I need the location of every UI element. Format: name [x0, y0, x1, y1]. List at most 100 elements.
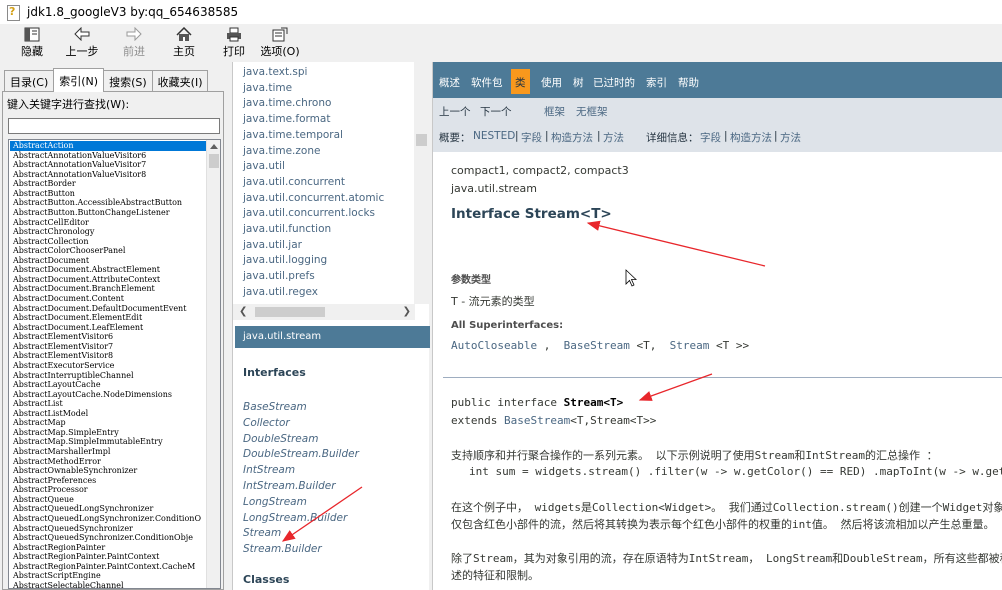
interface-link[interactable]: Stream.Builder: [243, 543, 322, 555]
keyword-item[interactable]: AbstractQueuedSynchronizer: [10, 524, 206, 534]
keyword-item[interactable]: AbstractList: [10, 399, 206, 409]
keyword-item[interactable]: AbstractElementVisitor8: [10, 351, 206, 361]
no-frames-link[interactable]: 无框架: [576, 104, 608, 119]
keyword-item[interactable]: AbstractQueue: [10, 495, 206, 505]
keyword-item[interactable]: AbstractDocument.ElementEdit: [10, 313, 206, 323]
summary-constructor-link[interactable]: 构造方法: [551, 130, 593, 145]
package-link[interactable]: java.util.regex: [243, 286, 318, 298]
keyword-item[interactable]: AbstractQueuedSynchronizer.ConditionObje: [10, 533, 206, 543]
keyword-item[interactable]: AbstractDocument.Content: [10, 294, 206, 304]
interface-link[interactable]: IntStream.Builder: [243, 480, 336, 492]
keyword-item[interactable]: AbstractButton.ButtonChangeListener: [10, 208, 206, 218]
keyword-item[interactable]: AbstractColorChooserPanel: [10, 246, 206, 256]
summary-nested-link[interactable]: NESTED: [473, 130, 515, 142]
keyword-item[interactable]: AbstractMap.SimpleEntry: [10, 428, 206, 438]
package-link[interactable]: java.util.concurrent: [243, 176, 345, 188]
package-link[interactable]: java.util.function: [243, 223, 331, 235]
keyword-item[interactable]: AbstractButton.AccessibleAbstractButton: [10, 198, 206, 208]
keyword-item[interactable]: AbstractButton: [10, 189, 206, 199]
keyword-item[interactable]: AbstractQueuedLongSynchronizer: [10, 504, 206, 514]
nav-item[interactable]: 帮助: [678, 75, 699, 90]
keyword-item[interactable]: AbstractDocument.AbstractElement: [10, 265, 206, 275]
keyword-item[interactable]: AbstractElementVisitor6: [10, 332, 206, 342]
stream-link[interactable]: Stream: [670, 339, 710, 352]
package-header[interactable]: java.util.stream: [235, 326, 430, 348]
interface-link[interactable]: LongStream.Builder: [243, 512, 347, 524]
keyword-item[interactable]: AbstractListModel: [10, 409, 206, 419]
scroll-thumb[interactable]: [209, 154, 219, 168]
keyword-item[interactable]: AbstractDocument.LeafElement: [10, 323, 206, 333]
interface-link[interactable]: DoubleStream.Builder: [243, 448, 359, 460]
keyword-item[interactable]: AbstractLayoutCache.NodeDimensions: [10, 390, 206, 400]
tab-contents[interactable]: 目录(C): [4, 70, 55, 92]
nav-item[interactable]: 概述: [439, 75, 460, 90]
keyword-item[interactable]: AbstractChronology: [10, 227, 206, 237]
interface-link[interactable]: Collector: [243, 417, 290, 429]
package-link[interactable]: java.time.format: [243, 113, 330, 125]
nav-item[interactable]: 已过时的: [593, 75, 635, 90]
keyword-item[interactable]: AbstractRegionPainter.PaintContext: [10, 552, 206, 562]
tab-index[interactable]: 索引(N): [53, 68, 105, 92]
interface-link[interactable]: DoubleStream: [243, 433, 318, 445]
home-button[interactable]: 主页: [160, 24, 208, 60]
vscroll-thumb[interactable]: [416, 134, 427, 146]
package-link[interactable]: java.util.prefs: [243, 270, 315, 282]
keyword-input[interactable]: [8, 118, 220, 134]
keyword-item[interactable]: AbstractProcessor: [10, 485, 206, 495]
keyword-item[interactable]: AbstractInterruptibleChannel: [10, 371, 206, 381]
scroll-right-arrow-icon[interactable]: ❯: [403, 307, 411, 317]
keyword-item[interactable]: AbstractDocument.DefaultDocumentEvent: [10, 304, 206, 314]
keyword-item[interactable]: AbstractPreferences: [10, 476, 206, 486]
keyword-item[interactable]: AbstractRegionPainter.PaintContext.Cache…: [10, 562, 206, 572]
keyword-item[interactable]: AbstractExecutorService: [10, 361, 206, 371]
prev-class-link[interactable]: 上一个: [439, 104, 471, 119]
interface-link[interactable]: Stream: [243, 527, 281, 539]
keyword-item[interactable]: AbstractSelectableChannel: [10, 581, 206, 588]
keyword-item[interactable]: AbstractElementVisitor7: [10, 342, 206, 352]
keyword-item[interactable]: AbstractBorder: [10, 179, 206, 189]
back-button[interactable]: 上一步: [58, 24, 106, 60]
nav-item[interactable]: 类: [511, 69, 530, 94]
package-link[interactable]: java.util.jar: [243, 239, 302, 251]
hide-button[interactable]: 隐藏: [8, 24, 56, 60]
detail-constructor-link[interactable]: 构造方法: [730, 130, 772, 145]
package-link[interactable]: java.util.concurrent.atomic: [243, 192, 384, 204]
summary-method-link[interactable]: 方法: [603, 130, 624, 145]
keyword-item[interactable]: AbstractScriptEngine: [10, 571, 206, 581]
keyword-item[interactable]: AbstractMarshallerImpl: [10, 447, 206, 457]
keyword-item[interactable]: AbstractLayoutCache: [10, 380, 206, 390]
keyword-item[interactable]: AbstractAnnotationValueVisitor8: [10, 170, 206, 180]
package-link[interactable]: java.util.logging: [243, 254, 327, 266]
keyword-listbox[interactable]: AbstractAction AbstractAnnotationValueVis…: [8, 139, 221, 589]
package-list-vscrollbar[interactable]: [414, 62, 429, 304]
keyword-item[interactable]: AbstractQueuedLongSynchronizer.Condition…: [10, 514, 206, 524]
options-button[interactable]: 选项(O): [256, 24, 304, 60]
keyword-item[interactable]: AbstractDocument.BranchElement: [10, 284, 206, 294]
nav-item[interactable]: 使用: [541, 75, 562, 90]
summary-field-link[interactable]: 字段: [521, 130, 542, 145]
detail-method-link[interactable]: 方法: [780, 130, 801, 145]
forward-button[interactable]: 前进: [110, 24, 158, 60]
package-list-hscrollbar[interactable]: ❮ ❯: [233, 304, 415, 320]
package-link[interactable]: java.time: [243, 82, 292, 94]
package-link[interactable]: java.time.chrono: [243, 97, 331, 109]
next-class-link[interactable]: 下一个: [480, 104, 512, 119]
keyword-item[interactable]: AbstractAnnotationValueVisitor6: [10, 151, 206, 161]
keyword-item[interactable]: AbstractDocument.AttributeContext: [10, 275, 206, 285]
keyword-scrollbar[interactable]: [206, 140, 220, 588]
keyword-item[interactable]: AbstractRegionPainter: [10, 543, 206, 553]
interface-link[interactable]: BaseStream: [243, 401, 307, 413]
keyword-item[interactable]: AbstractAnnotationValueVisitor7: [10, 160, 206, 170]
keyword-item[interactable]: AbstractMap: [10, 418, 206, 428]
nav-item[interactable]: 索引: [646, 75, 667, 90]
scroll-up-arrow-icon[interactable]: [210, 144, 218, 149]
print-button[interactable]: 打印: [210, 24, 258, 60]
hscroll-thumb[interactable]: [255, 307, 325, 317]
keyword-item[interactable]: AbstractAction: [10, 141, 206, 151]
detail-field-link[interactable]: 字段: [700, 130, 721, 145]
tab-search[interactable]: 搜索(S): [103, 70, 153, 92]
interface-link[interactable]: IntStream: [243, 464, 295, 476]
scroll-left-arrow-icon[interactable]: ❮: [239, 307, 247, 317]
keyword-item[interactable]: AbstractDocument: [10, 256, 206, 266]
keyword-item[interactable]: AbstractMethodError: [10, 457, 206, 467]
